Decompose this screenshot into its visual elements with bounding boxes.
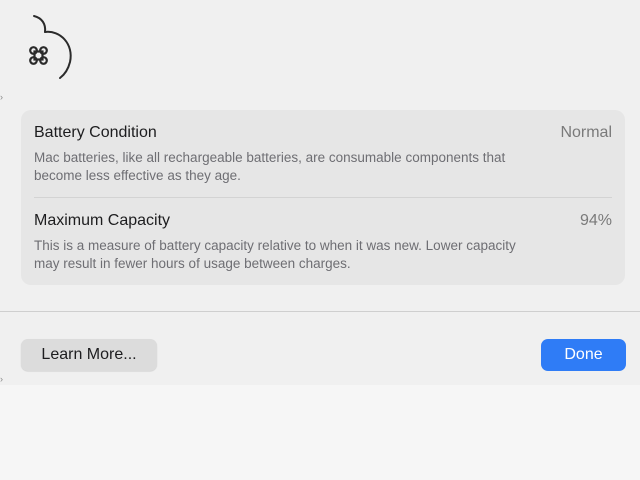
learn-more-button[interactable]: Learn More... <box>21 339 157 371</box>
battery-condition-row: Battery Condition Normal Mac batteries, … <box>34 124 612 198</box>
battery-condition-description: Mac batteries, like all rechargeable bat… <box>34 150 506 183</box>
done-button[interactable]: Done <box>541 339 626 371</box>
card-divider <box>34 197 612 198</box>
window-edge-mark-bottom: › <box>0 374 3 384</box>
maximum-capacity-row: Maximum Capacity 94% This is a measure o… <box>34 212 612 282</box>
battery-app-icon <box>29 15 72 79</box>
background-area <box>0 385 640 480</box>
battery-condition-value: Normal <box>560 124 612 141</box>
maximum-capacity-description: This is a measure of battery capacity re… <box>34 238 516 271</box>
window-edge-mark-top: › <box>0 92 3 102</box>
footer-separator <box>0 311 640 312</box>
battery-health-sheet: › Battery Condition Normal Mac batteries… <box>0 0 640 385</box>
battery-condition-title: Battery Condition <box>34 124 157 141</box>
maximum-capacity-value: 94% <box>579 212 612 229</box>
battery-info-card: Battery Condition Normal Mac batteries, … <box>21 110 625 285</box>
maximum-capacity-title: Maximum Capacity <box>34 212 171 229</box>
